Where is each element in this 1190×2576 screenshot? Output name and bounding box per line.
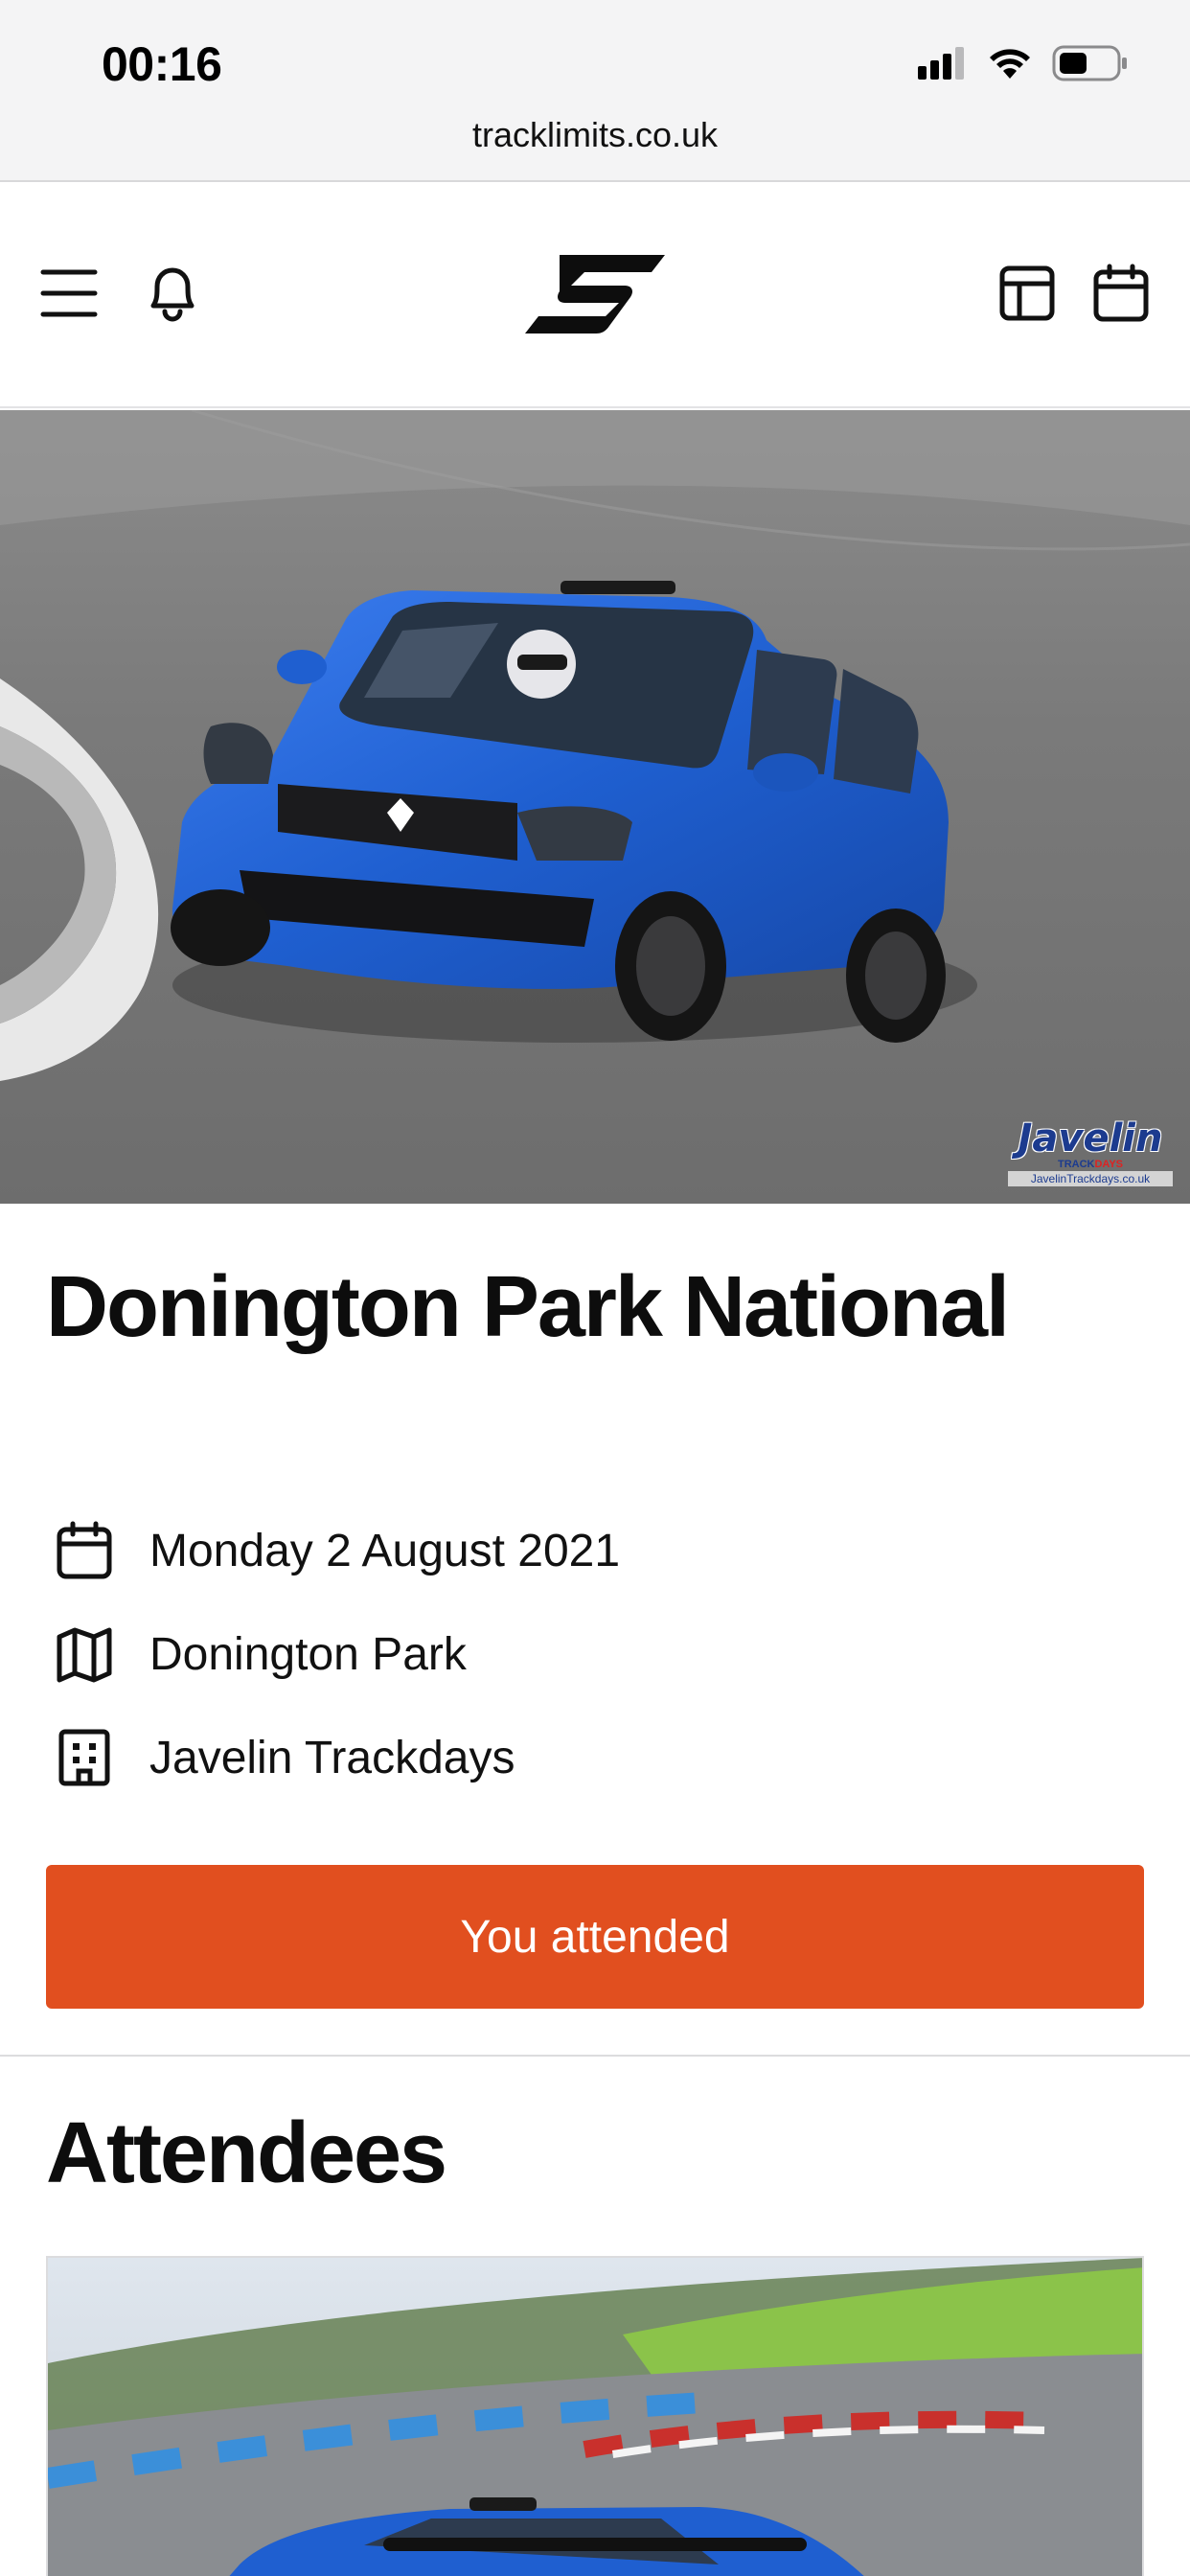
home-indicator[interactable] <box>383 2538 807 2551</box>
battery-icon <box>1052 44 1129 87</box>
map-icon <box>46 1623 126 1685</box>
building-icon <box>46 1727 126 1788</box>
layout-button[interactable] <box>996 264 1058 326</box>
event-date: Monday 2 August 2021 <box>149 1525 621 1576</box>
event-circuit-row: Donington Park <box>46 1616 1100 1692</box>
browser-top-bar: 00:16 tracklimits.co.uk <box>0 0 1190 182</box>
notifications-button[interactable] <box>142 264 203 326</box>
attendees-heading: Attendees <box>46 2105 447 2201</box>
layout-icon <box>998 264 1056 327</box>
event-title: Donington Park National <box>46 1259 1010 1355</box>
tracklimits-logo[interactable] <box>525 249 665 344</box>
signal-icon <box>918 46 968 84</box>
calendar-icon <box>1092 264 1150 328</box>
event-organiser[interactable]: Javelin Trackdays <box>149 1732 515 1784</box>
event-date-row: Monday 2 August 2021 <box>46 1512 1100 1589</box>
attendee-photo <box>48 2258 1142 2576</box>
event-circuit[interactable]: Donington Park <box>149 1628 467 1681</box>
menu-icon <box>40 267 98 324</box>
status-time: 00:16 <box>102 37 222 91</box>
event-organiser-row: Javelin Trackdays <box>46 1719 1100 1796</box>
bell-icon <box>144 264 201 328</box>
wifi-icon <box>987 46 1033 85</box>
menu-button[interactable] <box>38 264 100 326</box>
javelin-watermark-logo: Javelin TRACKDAYS JavelinTrackdays.co.uk <box>1008 1119 1173 1196</box>
app-header <box>0 182 1190 408</box>
attendee-card[interactable] <box>46 2256 1144 2576</box>
section-divider <box>0 2055 1190 2057</box>
status-icons <box>918 44 1129 86</box>
url-bar[interactable]: tracklimits.co.uk <box>0 115 1190 155</box>
attended-button[interactable]: You attended <box>46 1865 1144 2009</box>
event-hero-image: Javelin TRACKDAYS JavelinTrackdays.co.uk <box>0 410 1190 1204</box>
calendar-icon <box>46 1520 126 1581</box>
calendar-button[interactable] <box>1090 264 1152 326</box>
